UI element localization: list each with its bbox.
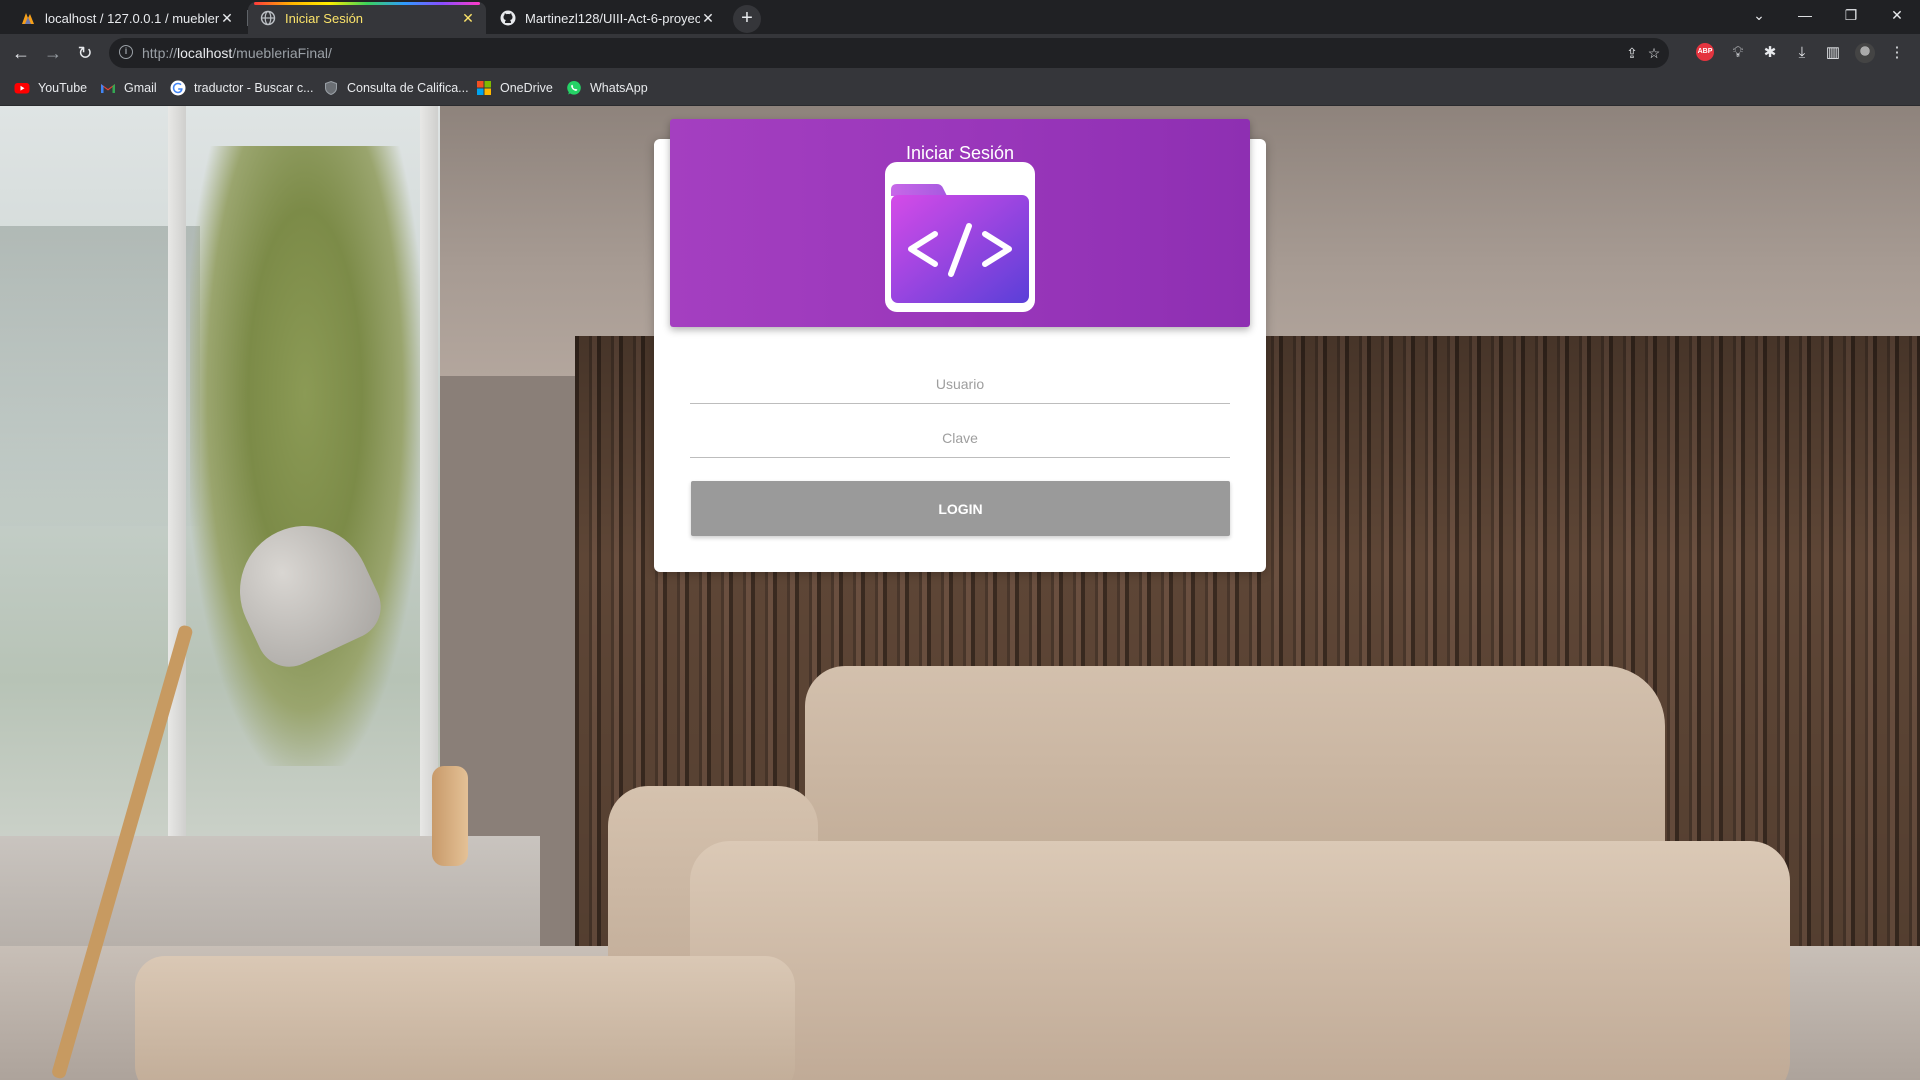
url-text[interactable]: http://localhost/muebleriaFinal/ [142, 45, 332, 61]
sofa-seat [690, 841, 1790, 1080]
page-title: Iniciar Sesión [905, 143, 1015, 163]
tab-iniciar-sesion[interactable]: Iniciar Sesión ✕ [248, 2, 486, 34]
close-icon[interactable]: ✕ [460, 10, 476, 27]
github-icon [500, 10, 516, 26]
tab-phpmyadmin[interactable]: localhost / 127.0.0.1 / mueblería ✕ [8, 2, 245, 34]
phpmyadmin-icon [20, 10, 36, 26]
bookmark-gmail[interactable]: Gmail [100, 80, 157, 96]
gmail-icon [100, 80, 116, 96]
tab-github[interactable]: Martinezl128/UIII-Act-6-proyecto ✕ [488, 2, 726, 34]
close-icon[interactable]: ✕ [219, 10, 235, 27]
youtube-icon [14, 80, 30, 96]
window-view [0, 106, 440, 926]
restore-icon[interactable]: ❐ [1828, 0, 1874, 30]
microsoft-icon [476, 80, 492, 96]
password-input[interactable] [690, 418, 1230, 458]
menu-icon[interactable]: ⋮ [1887, 43, 1907, 63]
bookmarks-bar: YouTube Gmail traductor - Buscar c... Co… [0, 72, 1920, 106]
tab-title: Iniciar Sesión [285, 10, 364, 26]
close-icon[interactable]: ✕ [700, 10, 716, 27]
window-close-icon[interactable]: ✕ [1874, 0, 1920, 30]
globe-icon [260, 10, 276, 26]
tab-title: Martinezl128/UIII-Act-6-proyecto [525, 10, 700, 26]
ottoman [135, 956, 795, 1080]
profile-avatar[interactable] [1855, 43, 1875, 63]
window-frame [168, 106, 186, 926]
forward-arrow-icon[interactable]: → [39, 39, 67, 67]
puzzle-icon[interactable]: ✱ [1760, 43, 1780, 63]
tab-strip: localhost / 127.0.0.1 / mueblería ✕ Inic… [0, 0, 1920, 34]
code-folder-icon [885, 162, 1035, 312]
new-tab-button[interactable]: + [733, 5, 761, 33]
browser-toolbar: ← → ↻ i http://localhost/muebleriaFinal/… [0, 34, 1920, 72]
page-viewport: Iniciar Sesión Usuario LOGIN [0, 106, 1920, 1080]
site-info-icon[interactable]: i [119, 45, 133, 59]
username-input[interactable] [690, 364, 1230, 404]
download-icon[interactable]: ⤓ [1792, 43, 1812, 63]
bookmark-whatsapp[interactable]: WhatsApp [566, 80, 648, 96]
tab-title: localhost / 127.0.0.1 / mueblería [45, 10, 219, 26]
tree [190, 146, 420, 766]
shield-icon [323, 80, 339, 96]
bookmark-youtube[interactable]: YouTube [14, 80, 87, 96]
address-bar[interactable]: i http://localhost/muebleriaFinal/ ⇪ ☆ [109, 38, 1669, 68]
adblock-icon[interactable]: ABP [1696, 43, 1714, 61]
tab-search-chevron-icon[interactable]: ⌄ [1736, 0, 1782, 30]
sofa-back-cushions [805, 666, 1665, 866]
lightbulb-icon[interactable]: 💡︎ [1728, 43, 1748, 63]
login-card-header: Iniciar Sesión [670, 119, 1250, 327]
whatsapp-icon [566, 80, 582, 96]
reload-icon[interactable]: ↻ [71, 39, 99, 67]
google-icon [170, 80, 186, 96]
share-icon[interactable]: ⇪ [1623, 44, 1641, 62]
bookmark-consulta[interactable]: Consulta de Califica... [323, 80, 469, 96]
star-icon[interactable]: ☆ [1645, 44, 1663, 62]
login-button[interactable]: LOGIN [691, 481, 1230, 536]
vase [432, 766, 468, 866]
bookmark-traductor[interactable]: traductor - Buscar c... [170, 80, 313, 96]
bookmark-onedrive[interactable]: OneDrive [476, 80, 553, 96]
sidepanel-icon[interactable]: ▥ [1823, 43, 1843, 63]
minimize-icon[interactable]: — [1782, 0, 1828, 30]
back-arrow-icon[interactable]: ← [7, 39, 35, 67]
